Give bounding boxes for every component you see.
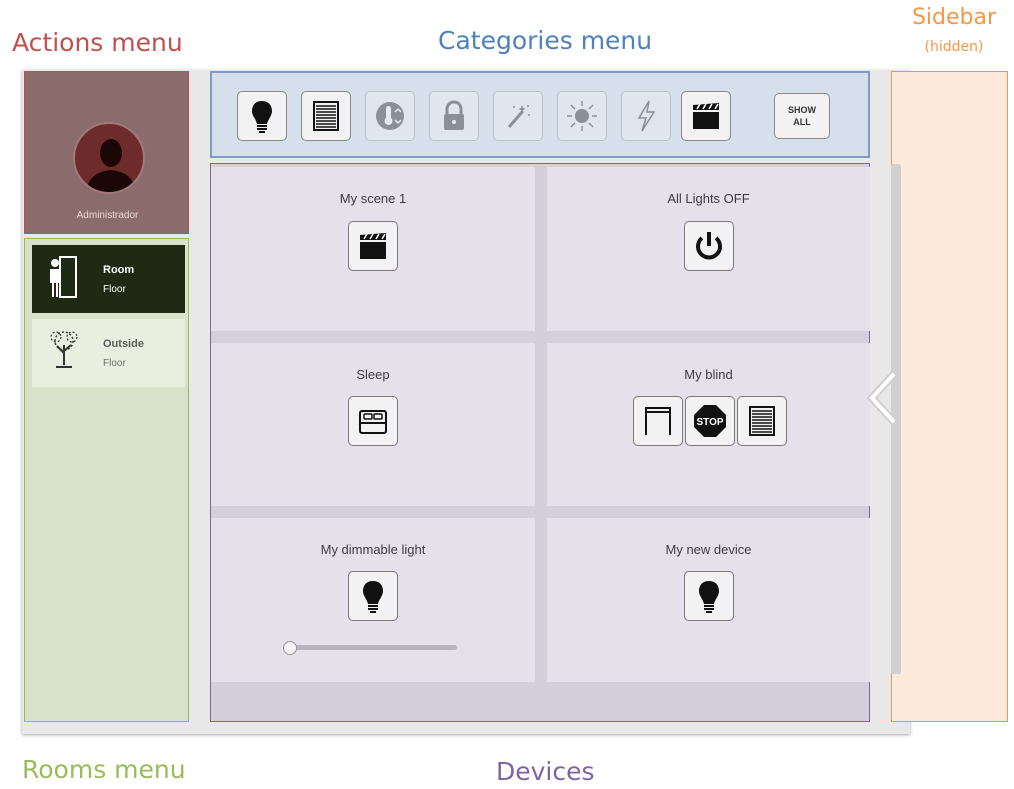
device-card-new-device: My new device (547, 518, 870, 682)
device-title: My scene 1 (339, 191, 407, 206)
show-all-label-line1: SHOW (788, 105, 816, 115)
lock-icon (444, 100, 464, 130)
svg-text:STOP: STOP (696, 417, 723, 428)
dimmable-light-toggle-button[interactable] (348, 571, 398, 621)
power-off-button[interactable] (684, 221, 734, 271)
lightbulb-icon (252, 101, 272, 133)
category-security-button[interactable] (429, 91, 479, 141)
user-avatar[interactable] (73, 122, 145, 194)
new-device-toggle-button[interactable] (684, 571, 734, 621)
category-energy-button[interactable] (621, 91, 671, 141)
blind-stop-button[interactable]: STOP (685, 396, 735, 446)
blind-open-icon (645, 407, 671, 435)
device-card-dimmable-light: My dimmable light (211, 518, 535, 682)
category-scenes-button[interactable] (681, 91, 731, 141)
room-item-outside[interactable]: Outside Floor (32, 319, 185, 387)
blind-icon (313, 101, 339, 131)
bed-icon (359, 410, 387, 434)
sleep-button[interactable] (348, 396, 398, 446)
sidebar-annotation: Sidebar (911, 5, 997, 30)
device-title: Sleep (356, 367, 390, 382)
clapperboard-icon (360, 233, 386, 259)
stop-icon: STOP (694, 405, 726, 437)
category-scenes-wand-button[interactable] (493, 91, 543, 141)
rooms-menu-annotation: Rooms menu (22, 755, 186, 784)
device-title: My dimmable light (320, 542, 426, 557)
user-silhouette-icon (85, 139, 137, 192)
room-floor: Floor (103, 284, 126, 295)
show-all-button[interactable]: SHOW ALL (774, 93, 830, 139)
blind-open-button[interactable] (633, 396, 683, 446)
tree-icon (50, 331, 78, 368)
lightbulb-icon (363, 581, 383, 613)
devices-annotation: Devices (496, 757, 595, 786)
categories-menu-annotation: Categories menu (438, 26, 653, 55)
blind-close-button[interactable] (737, 396, 787, 446)
category-weather-button[interactable] (557, 91, 607, 141)
category-lights-button[interactable] (237, 91, 287, 141)
room-name: Outside (103, 338, 144, 350)
device-title: All Lights OFF (667, 191, 750, 206)
room-item-room[interactable]: Room Floor (32, 245, 185, 313)
thermostat-icon (376, 102, 404, 130)
sun-icon (567, 101, 597, 131)
device-card-scene: My scene 1 (211, 167, 535, 331)
lightning-icon (637, 100, 656, 132)
show-all-label-line2: ALL (793, 117, 811, 127)
chevron-left-icon[interactable] (866, 370, 898, 426)
device-title: My blind (684, 367, 733, 382)
actions-menu: Administrador (24, 71, 189, 234)
sidebar-panel (891, 71, 1008, 722)
blind-closed-icon (749, 406, 775, 436)
user-name: Administrador (76, 210, 139, 221)
magic-wand-icon (507, 105, 530, 128)
device-title: My new device (665, 542, 752, 557)
sidebar-hidden-annotation: (hidden) (924, 39, 984, 55)
door-person-icon (50, 256, 77, 298)
dimmer-slider-track[interactable] (287, 645, 457, 650)
room-name: Room (103, 264, 135, 276)
clapperboard-icon (693, 103, 719, 129)
scene-activate-button[interactable] (348, 221, 398, 271)
categories-menu: SHOW ALL (210, 71, 870, 158)
category-blinds-button[interactable] (301, 91, 351, 141)
actions-menu-annotation: Actions menu (12, 28, 183, 57)
power-icon (696, 232, 722, 260)
dimmer-slider-handle[interactable] (283, 641, 297, 655)
room-floor: Floor (103, 358, 126, 369)
device-card-all-lights-off: All Lights OFF (547, 167, 870, 331)
devices-panel: My scene 1 All Lights OFF Sleep My blind… (210, 163, 870, 722)
device-card-blind: My blind STOP (547, 343, 870, 506)
screenshot-root: Actions menu Categories menu Sidebar (hi… (0, 0, 1014, 789)
device-card-sleep: Sleep (211, 343, 535, 506)
lightbulb-icon (699, 581, 719, 613)
rooms-menu: Room Floor Outside Floor (24, 238, 189, 722)
category-climate-button[interactable] (365, 91, 415, 141)
